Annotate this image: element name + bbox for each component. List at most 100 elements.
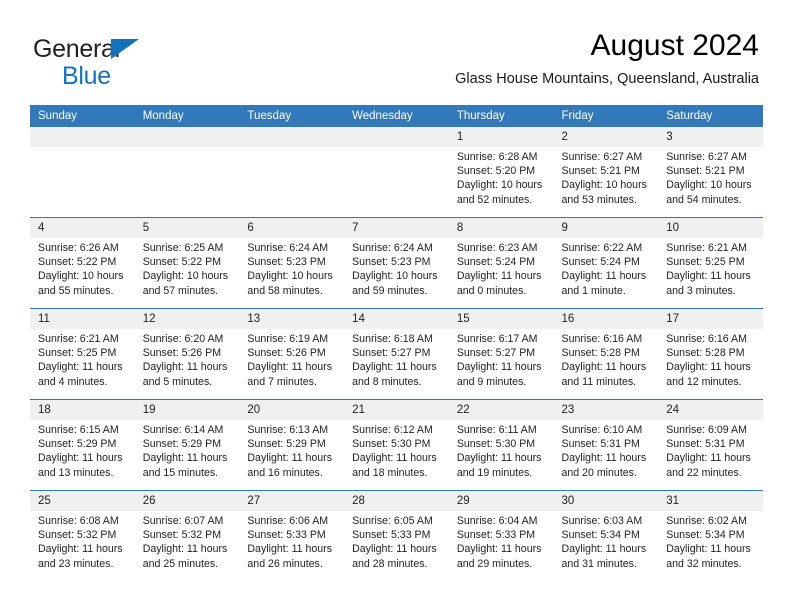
day-detail-line: and 59 minutes. [352, 284, 428, 297]
day-details: Sunrise: 6:08 AM Sunset: 5:32 PM Daylight:… [30, 511, 135, 571]
calendar-day-cell[interactable]: 2 Sunrise: 6:27 AM Sunset: 5:21 PM Daylight… [553, 127, 659, 217]
day-detail-line: and 25 minutes. [142, 557, 219, 570]
day-number: 5 [134, 218, 240, 238]
calendar-day-cell[interactable]: 31 Sunrise: 6:02 AM Sunset: 5:34 PM Dayligh… [658, 491, 763, 581]
day-details: Sunrise: 6:28 AM Sunset: 5:20 PM Daylight:… [449, 147, 554, 207]
calendar-day-cell[interactable]: 13 Sunrise: 6:19 AM Sunset: 5:26 PM Dayligh… [239, 309, 345, 399]
day-detail-line: and 11 minutes. [561, 375, 637, 388]
day-number: 19 [134, 400, 240, 420]
day-detail-line: Sunrise: 6:27 AM [666, 151, 747, 163]
calendar-day-cell[interactable]: 29 Sunrise: 6:04 AM Sunset: 5:33 PM Dayligh… [448, 491, 554, 581]
day-number: 13 [239, 309, 345, 329]
calendar-day-cell[interactable]: 3 Sunrise: 6:27 AM Sunset: 5:21 PM Daylight… [658, 127, 763, 217]
day-detail-line: Sunset: 5:24 PM [561, 256, 640, 269]
calendar-day-cell[interactable]: 9 Sunrise: 6:22 AM Sunset: 5:24 PM Daylight… [553, 218, 659, 308]
day-detail-line: and 20 minutes. [561, 466, 637, 479]
day-detail-line: Daylight: 11 hours [247, 361, 333, 374]
day-number: 31 [658, 491, 763, 511]
calendar-day-cell[interactable]: 23 Sunrise: 6:10 AM Sunset: 5:31 PM Dayligh… [553, 400, 659, 490]
day-details: Sunrise: 6:23 AM Sunset: 5:24 PM Daylight:… [449, 238, 554, 298]
day-details: Sunrise: 6:20 AM Sunset: 5:26 PM Daylight:… [135, 329, 240, 389]
day-detail-line: Sunrise: 6:07 AM [142, 515, 224, 527]
calendar-day-cell[interactable]: 20 Sunrise: 6:13 AM Sunset: 5:29 PM Dayligh… [239, 400, 345, 490]
day-detail-line: Sunrise: 6:02 AM [666, 515, 747, 527]
day-details: Sunrise: 6:19 AM Sunset: 5:26 PM Daylight:… [239, 329, 344, 389]
day-detail-line: Sunset: 5:33 PM [456, 529, 536, 542]
day-detail-line: and 12 minutes. [666, 375, 742, 388]
calendar-day-cell[interactable]: 22 Sunrise: 6:11 AM Sunset: 5:30 PM Dayligh… [448, 400, 554, 490]
day-number: 21 [344, 400, 449, 420]
day-number: 7 [344, 218, 449, 238]
day-detail-line: and 18 minutes. [352, 466, 428, 479]
day-detail-line: Sunrise: 6:20 AM [142, 333, 224, 345]
calendar-day-cell[interactable]: 18 Sunrise: 6:15 AM Sunset: 5:29 PM Dayligh… [30, 400, 135, 490]
day-number: 26 [134, 491, 240, 511]
day-number [134, 127, 240, 147]
day-detail-line: Sunrise: 6:23 AM [456, 242, 538, 254]
calendar-day-cell[interactable]: 1 Sunrise: 6:28 AM Sunset: 5:20 PM Daylight… [448, 127, 554, 217]
weekday-header-saturday: Saturday [658, 105, 763, 127]
day-detail-line: Sunset: 5:23 PM [352, 256, 431, 269]
day-details: Sunrise: 6:21 AM Sunset: 5:25 PM Daylight:… [658, 238, 763, 298]
calendar-day-cell[interactable]: 24 Sunrise: 6:09 AM Sunset: 5:31 PM Dayligh… [658, 400, 763, 490]
calendar-day-cell[interactable]: 10 Sunrise: 6:21 AM Sunset: 5:25 PM Dayligh… [658, 218, 763, 308]
day-detail-line: Sunrise: 6:17 AM [456, 333, 538, 345]
day-detail-line: Daylight: 11 hours [456, 452, 542, 465]
calendar-day-cell[interactable]: 8 Sunrise: 6:23 AM Sunset: 5:24 PM Daylight… [448, 218, 554, 308]
day-detail-line: Sunset: 5:21 PM [666, 165, 745, 178]
calendar-day-cell[interactable]: 25 Sunrise: 6:08 AM Sunset: 5:32 PM Dayligh… [30, 491, 135, 581]
day-detail-line: and 22 minutes. [666, 466, 742, 479]
day-number: 29 [448, 491, 554, 511]
calendar-day-cell[interactable]: 16 Sunrise: 6:16 AM Sunset: 5:28 PM Dayligh… [553, 309, 659, 399]
day-details: Sunrise: 6:27 AM Sunset: 5:21 PM Daylight:… [658, 147, 763, 207]
calendar-day-cell[interactable]: 15 Sunrise: 6:17 AM Sunset: 5:27 PM Dayligh… [448, 309, 554, 399]
day-number: 16 [553, 309, 659, 329]
calendar-day-cell[interactable]: 26 Sunrise: 6:07 AM Sunset: 5:32 PM Dayligh… [134, 491, 240, 581]
day-detail-line: and 5 minutes. [142, 375, 213, 388]
day-detail-line: Sunset: 5:29 PM [247, 438, 326, 451]
calendar-day-cell[interactable]: 27 Sunrise: 6:06 AM Sunset: 5:33 PM Dayligh… [239, 491, 345, 581]
calendar-day-cell[interactable]: 12 Sunrise: 6:20 AM Sunset: 5:26 PM Dayligh… [134, 309, 240, 399]
calendar-day-cell[interactable]: 11 Sunrise: 6:21 AM Sunset: 5:25 PM Dayligh… [30, 309, 135, 399]
day-details: Sunrise: 6:07 AM Sunset: 5:32 PM Daylight:… [135, 511, 240, 571]
day-details: Sunrise: 6:04 AM Sunset: 5:33 PM Daylight:… [449, 511, 554, 571]
day-details: Sunrise: 6:03 AM Sunset: 5:34 PM Daylight:… [554, 511, 659, 571]
calendar-day-cell[interactable]: 28 Sunrise: 6:05 AM Sunset: 5:33 PM Dayligh… [344, 491, 449, 581]
calendar-day-cell[interactable]: 21 Sunrise: 6:12 AM Sunset: 5:30 PM Dayligh… [344, 400, 449, 490]
calendar-day-cell-empty [134, 127, 240, 217]
calendar-day-cell[interactable]: 19 Sunrise: 6:14 AM Sunset: 5:29 PM Dayligh… [134, 400, 240, 490]
weekday-header-friday: Friday [553, 105, 659, 127]
day-detail-line: and 15 minutes. [142, 466, 219, 479]
day-detail-line: Sunset: 5:25 PM [666, 256, 745, 269]
day-detail-line: and 13 minutes. [38, 466, 114, 479]
day-details: Sunrise: 6:13 AM Sunset: 5:29 PM Daylight:… [239, 420, 344, 480]
day-details: Sunrise: 6:18 AM Sunset: 5:27 PM Daylight:… [344, 329, 449, 389]
calendar-day-cell[interactable]: 7 Sunrise: 6:24 AM Sunset: 5:23 PM Daylight… [344, 218, 449, 308]
day-detail-line: Sunset: 5:29 PM [38, 438, 117, 451]
day-details: Sunrise: 6:10 AM Sunset: 5:31 PM Daylight:… [554, 420, 659, 480]
day-detail-line: Daylight: 11 hours [561, 270, 647, 283]
day-detail-line: Sunrise: 6:22 AM [561, 242, 643, 254]
day-detail-line: Daylight: 10 hours [142, 270, 229, 283]
day-number: 28 [344, 491, 449, 511]
day-details: Sunrise: 6:02 AM Sunset: 5:34 PM Daylight:… [658, 511, 763, 571]
day-number: 23 [553, 400, 659, 420]
day-detail-line: and 54 minutes. [666, 193, 742, 206]
day-number: 18 [30, 400, 135, 420]
calendar-day-cell[interactable]: 5 Sunrise: 6:25 AM Sunset: 5:22 PM Daylight… [134, 218, 240, 308]
day-detail-line: Sunset: 5:27 PM [456, 347, 536, 360]
calendar-week-row: 4 Sunrise: 6:26 AM Sunset: 5:22 PM Daylight… [30, 217, 763, 309]
day-detail-line: Sunset: 5:28 PM [561, 347, 640, 360]
calendar-day-cell[interactable]: 6 Sunrise: 6:24 AM Sunset: 5:23 PM Daylight… [239, 218, 345, 308]
day-detail-line: Daylight: 11 hours [456, 543, 542, 556]
day-detail-line: and 57 minutes. [142, 284, 219, 297]
day-detail-line: Sunset: 5:22 PM [142, 256, 222, 269]
calendar-day-cell[interactable]: 30 Sunrise: 6:03 AM Sunset: 5:34 PM Dayligh… [553, 491, 659, 581]
calendar-day-cell[interactable]: 17 Sunrise: 6:16 AM Sunset: 5:28 PM Dayligh… [658, 309, 763, 399]
day-detail-line: Daylight: 11 hours [142, 452, 228, 465]
calendar-day-cell[interactable]: 4 Sunrise: 6:26 AM Sunset: 5:22 PM Daylight… [30, 218, 135, 308]
day-detail-line: Sunset: 5:32 PM [142, 529, 222, 542]
logo-triangle-icon [111, 39, 139, 59]
calendar-day-cell[interactable]: 14 Sunrise: 6:18 AM Sunset: 5:27 PM Dayligh… [344, 309, 449, 399]
general-blue-logo[interactable]: General Blue [33, 36, 223, 92]
